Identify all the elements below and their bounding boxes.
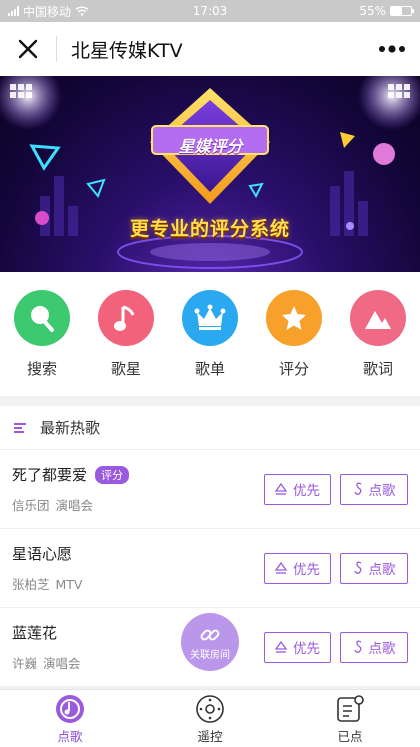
category-label: 搜索	[26, 360, 57, 378]
request-icon	[353, 561, 361, 574]
playlist-icon	[334, 693, 366, 725]
banner-badge-text: 星媒评分	[178, 137, 243, 156]
category-label: 歌星	[110, 360, 141, 378]
nav-divider	[56, 36, 57, 62]
category-score[interactable]: 评分	[259, 290, 329, 396]
bottom-tab-bar: 点歌 遥控 已点	[0, 689, 420, 747]
promo-banner[interactable]: 星媒评分 更专业的评分系统	[0, 76, 420, 272]
request-label: 点歌	[368, 562, 396, 578]
remote-control-icon	[194, 693, 226, 725]
request-label: 点歌	[368, 483, 396, 499]
song-name: 死了都要爱	[12, 466, 88, 484]
link-icon	[200, 629, 220, 640]
more-button[interactable]	[364, 22, 420, 76]
category-search[interactable]: 搜索	[7, 290, 77, 396]
search-icon	[14, 290, 70, 346]
tab-label: 已点	[337, 728, 363, 744]
score-tag: 评分	[95, 465, 130, 484]
priority-label: 优先	[293, 483, 320, 499]
wifi-icon	[75, 6, 89, 16]
request-button[interactable]: 点歌	[340, 631, 408, 663]
close-icon	[18, 39, 38, 59]
category-playlist[interactable]: 歌单	[175, 290, 245, 396]
battery-percent: 55%	[359, 4, 386, 18]
nav-bar: 北星传媒KTV	[0, 22, 420, 76]
category-label: 歌单	[194, 360, 225, 378]
page-title: 北星传媒KTV	[71, 39, 183, 62]
tab-remote[interactable]: 遥控	[140, 690, 280, 747]
category-label: 评分	[278, 360, 309, 378]
category-singer[interactable]: 歌星	[91, 290, 161, 396]
song-artist: 许巍	[12, 656, 38, 671]
song-artist: 张柏芝	[12, 577, 50, 592]
request-label: 点歌	[368, 641, 396, 657]
section-header: 最新热歌	[0, 406, 420, 450]
category-label: 歌词	[362, 360, 393, 378]
more-dots-icon	[379, 45, 405, 53]
tab-song-request[interactable]: 点歌	[0, 690, 140, 747]
request-icon	[353, 482, 361, 495]
priority-button[interactable]: 优先	[264, 552, 331, 584]
banner-slogan: 更专业的评分系统	[129, 218, 290, 240]
tab-label: 点歌	[57, 728, 83, 744]
priority-icon	[275, 562, 287, 574]
crown-icon	[182, 290, 238, 346]
music-disc-icon	[54, 693, 86, 725]
category-grid: 搜索 歌星 歌单 评分 歌词	[0, 272, 420, 396]
request-icon	[353, 640, 361, 653]
song-row[interactable]: 星语心愿 张柏芝 MTV 优先 点歌	[0, 529, 420, 608]
banner-artwork	[0, 76, 420, 269]
song-row[interactable]: 死了都要爱 评分 信乐团 演唱会 优先 点歌	[0, 450, 420, 529]
category-lyrics[interactable]: 歌词	[343, 290, 413, 396]
battery-icon	[390, 6, 414, 16]
signal-icon	[8, 6, 19, 16]
song-name: 蓝莲花	[12, 624, 58, 642]
song-artist: 信乐团	[12, 498, 50, 513]
section-gap	[0, 396, 420, 406]
priority-icon	[275, 483, 287, 495]
status-bar: 中国移动 17:03 55%	[0, 0, 420, 22]
priority-label: 优先	[293, 641, 320, 657]
star-icon	[266, 290, 322, 346]
priority-button[interactable]: 优先	[264, 631, 331, 663]
song-type: MTV	[55, 577, 83, 592]
mountain-icon	[350, 290, 406, 346]
link-room-button[interactable]: 关联房间	[181, 613, 239, 671]
close-button[interactable]	[0, 22, 56, 76]
priority-icon	[275, 641, 287, 653]
request-button[interactable]: 点歌	[340, 552, 408, 584]
song-type: 演唱会	[55, 498, 94, 513]
song-type: 演唱会	[43, 656, 81, 671]
priority-label: 优先	[293, 562, 320, 578]
song-name: 星语心愿	[12, 545, 73, 563]
request-button[interactable]: 点歌	[340, 473, 408, 505]
section-title: 最新热歌	[40, 419, 101, 437]
tab-requested[interactable]: 已点	[280, 690, 420, 747]
priority-button[interactable]: 优先	[264, 473, 331, 505]
list-icon	[14, 421, 26, 435]
music-note-icon	[98, 290, 154, 346]
carrier-text: 中国移动	[23, 4, 72, 19]
link-room-label: 关联房间	[190, 649, 230, 661]
tab-label: 遥控	[197, 728, 223, 744]
